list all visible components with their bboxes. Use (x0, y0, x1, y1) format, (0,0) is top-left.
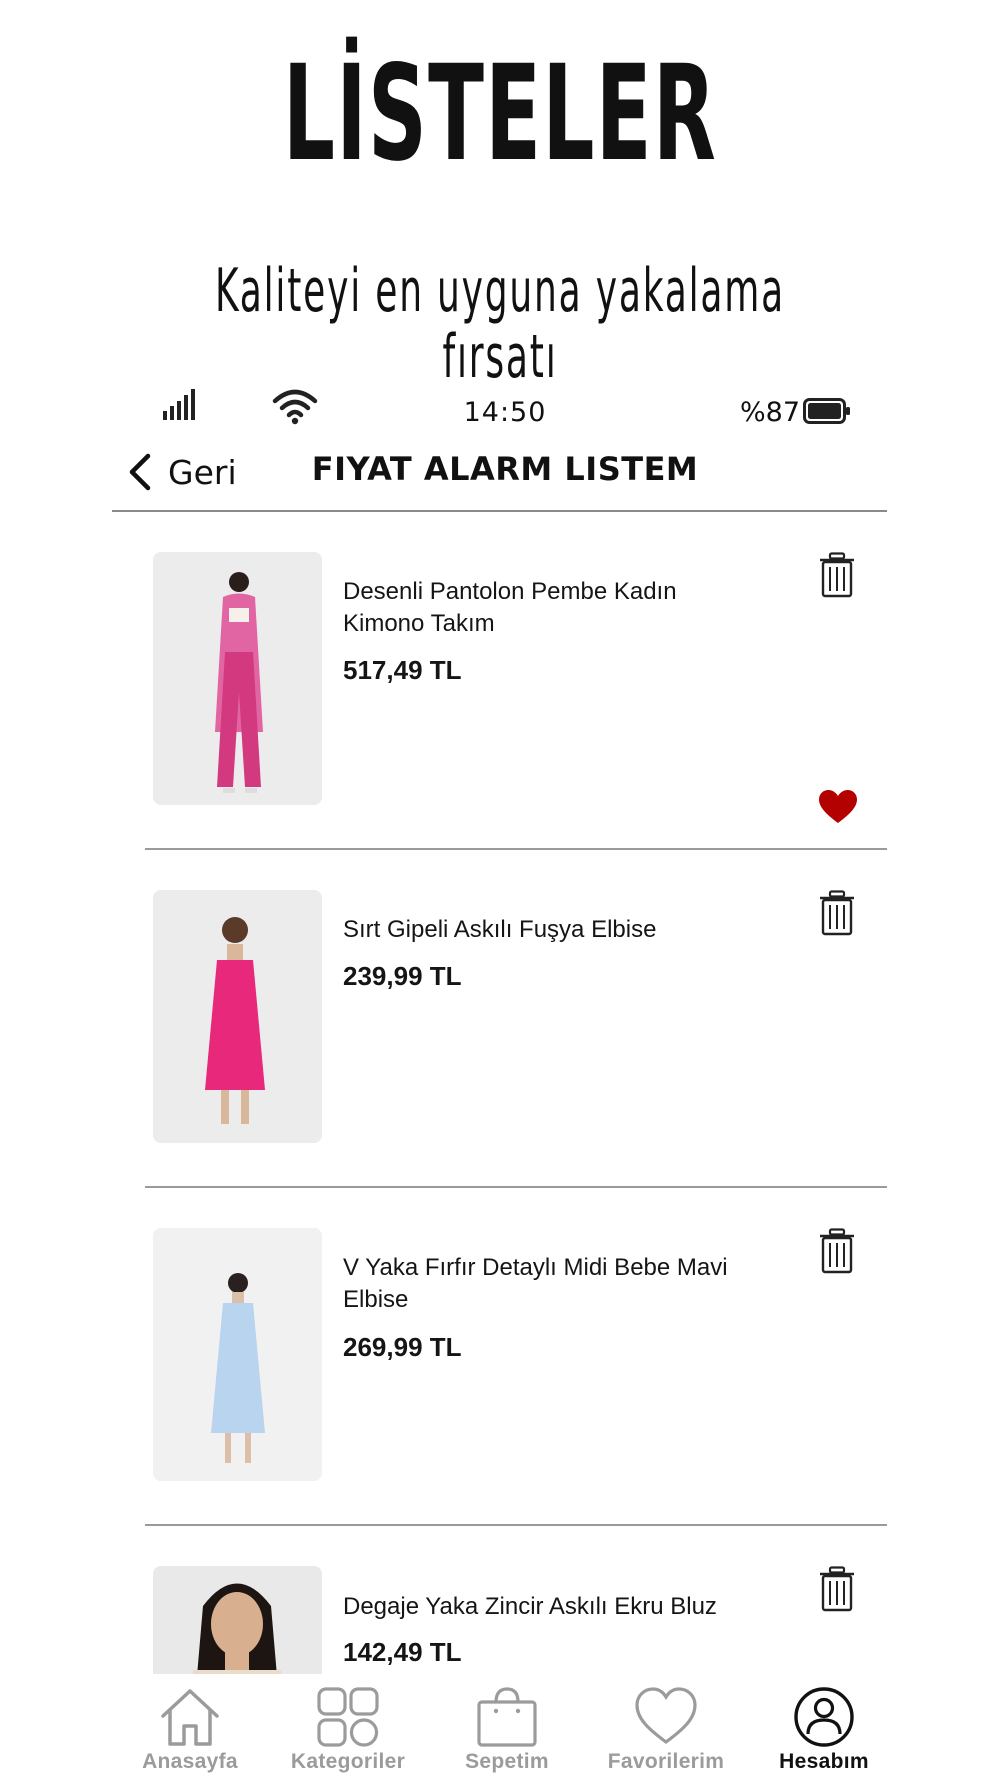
list-item[interactable]: Degaje Yaka Zincir Askılı Ekru Bluz 142,… (0, 1526, 1000, 1674)
signal-icon (163, 389, 195, 420)
back-button[interactable]: Geri (126, 446, 237, 498)
tab-account[interactable]: Hesabım (744, 1686, 904, 1778)
trash-icon[interactable] (818, 890, 856, 936)
tab-home[interactable]: Anasayfa (110, 1686, 270, 1778)
tab-label: Sepetim (465, 1750, 549, 1773)
status-time: 14:50 (463, 397, 547, 428)
product-image[interactable] (153, 890, 322, 1143)
product-name[interactable]: Sırt Gipeli Askılı Fuşya Elbise (343, 914, 743, 946)
battery-percent: %87 (740, 397, 801, 428)
tab-label: Favorilerim (607, 1750, 725, 1773)
nav-bar: Geri FIYAT ALARM LISTEM (0, 440, 1000, 512)
product-price: 142,49 TL (343, 1637, 462, 1667)
product-photo (153, 890, 322, 1143)
page-title: FIYAT ALARM LISTEM (311, 450, 699, 488)
home-icon (161, 1689, 219, 1746)
tab-favorites[interactable]: Favorilerim (586, 1686, 746, 1778)
tab-cart[interactable]: Sepetim (427, 1686, 587, 1778)
tab-label: Kategoriler (290, 1750, 406, 1773)
product-image[interactable] (153, 552, 322, 805)
list-item[interactable]: Sırt Gipeli Askılı Fuşya Elbise 239,99 T… (0, 850, 1000, 1188)
chevron-left-icon (129, 453, 151, 491)
product-name[interactable]: V Yaka Fırfır Detaylı Midi Bebe Mavi Elb… (343, 1252, 743, 1316)
bag-icon (477, 1687, 537, 1747)
battery-icon (803, 398, 850, 424)
list-item[interactable]: Desenli Pantolon Pembe Kadın Kimono Takı… (0, 512, 1000, 850)
tab-label: Anasayfa (142, 1750, 238, 1773)
product-price: 269,99 TL (343, 1332, 462, 1362)
heart-icon (635, 1687, 697, 1744)
product-photo (153, 1228, 322, 1481)
promo-subtitle: Kaliteyi en uyguna yakalama fırsatı (214, 256, 786, 392)
tab-categories[interactable]: Kategoriler (268, 1686, 428, 1778)
product-image[interactable] (153, 1566, 322, 1674)
promo-title: LİSTELER (282, 37, 718, 191)
product-name[interactable]: Degaje Yaka Zincir Askılı Ekru Bluz (343, 1591, 743, 1623)
wifi-icon (272, 389, 318, 425)
list-item[interactable]: V Yaka Fırfır Detaylı Midi Bebe Mavi Elb… (0, 1188, 1000, 1526)
tab-label: Hesabım (779, 1750, 869, 1773)
favorite-heart-icon[interactable] (818, 789, 858, 825)
trash-icon[interactable] (818, 1228, 856, 1274)
status-bar: 14:50 %87 (0, 385, 1000, 435)
product-photo (153, 1566, 322, 1674)
product-image[interactable] (153, 1228, 322, 1481)
back-label: Geri (168, 452, 237, 492)
categories-icon (317, 1687, 379, 1747)
trash-icon[interactable] (818, 552, 856, 598)
price-alarm-list[interactable]: Desenli Pantolon Pembe Kadın Kimono Takı… (0, 512, 1000, 1674)
trash-icon[interactable] (818, 1566, 856, 1612)
product-photo (153, 552, 322, 805)
tab-bar: Anasayfa Kategoriler Sepetim Favorilerim (0, 1674, 1000, 1778)
account-icon (794, 1687, 854, 1747)
product-price: 517,49 TL (343, 655, 462, 685)
product-name[interactable]: Desenli Pantolon Pembe Kadın Kimono Takı… (343, 576, 743, 640)
product-price: 239,99 TL (343, 961, 462, 991)
